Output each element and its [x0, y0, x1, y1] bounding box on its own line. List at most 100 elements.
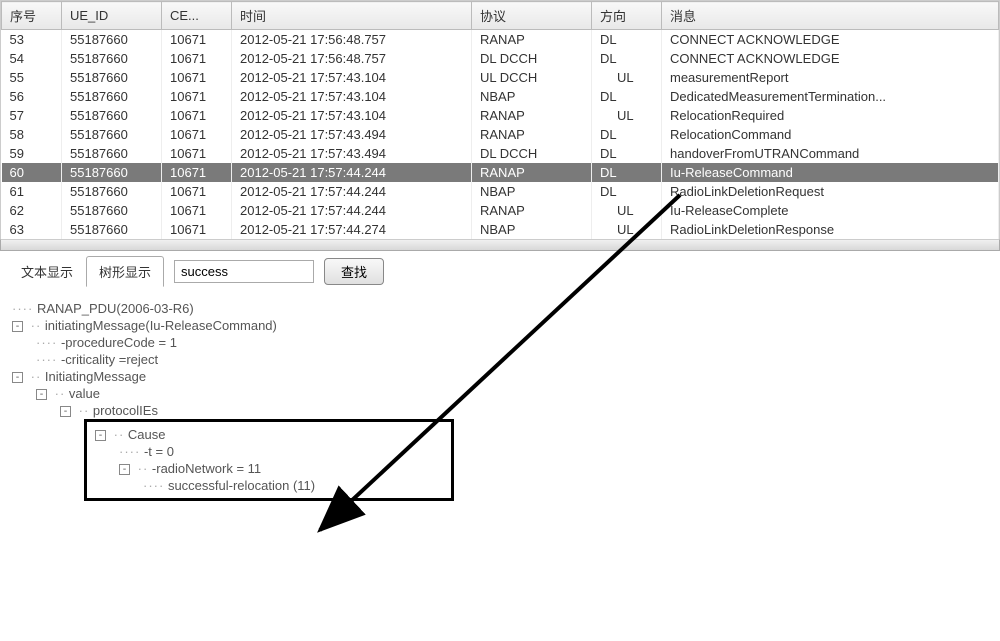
- collapse-icon[interactable]: -: [12, 372, 23, 383]
- cell-ueid: 55187660: [62, 201, 162, 220]
- cell-time: 2012-05-21 17:57:43.494: [232, 144, 472, 163]
- header-protocol[interactable]: 协议: [472, 2, 592, 30]
- collapse-icon[interactable]: -: [119, 464, 130, 475]
- search-input[interactable]: [174, 260, 314, 283]
- table-row[interactable]: 5655187660106712012-05-21 17:57:43.104NB…: [2, 87, 999, 106]
- cell-message: RelocationRequired: [662, 106, 999, 125]
- cell-ce: 10671: [162, 106, 232, 125]
- tab-tree-view[interactable]: 树形显示: [86, 256, 164, 287]
- cell-time: 2012-05-21 17:57:44.244: [232, 163, 472, 182]
- cell-time: 2012-05-21 17:57:43.104: [232, 68, 472, 87]
- cell-protocol: RANAP: [472, 106, 592, 125]
- collapse-icon[interactable]: -: [60, 406, 71, 417]
- header-message[interactable]: 消息: [662, 2, 999, 30]
- table-row[interactable]: 6255187660106712012-05-21 17:57:44.244RA…: [2, 201, 999, 220]
- packet-table-container: 序号 UE_ID CE... 时间 协议 方向 消息 5355187660106…: [0, 0, 1000, 239]
- tree-connector: ··: [31, 318, 42, 333]
- tree-connector: ····: [36, 352, 57, 367]
- cell-time: 2012-05-21 17:57:44.244: [232, 201, 472, 220]
- cell-time: 2012-05-21 17:56:48.757: [232, 49, 472, 68]
- cell-time: 2012-05-21 17:57:43.104: [232, 87, 472, 106]
- cell-ueid: 55187660: [62, 182, 162, 201]
- cell-seq: 61: [2, 182, 62, 201]
- table-row[interactable]: 6055187660106712012-05-21 17:57:44.244RA…: [2, 163, 999, 182]
- cell-protocol: RANAP: [472, 30, 592, 50]
- highlighted-cause-box: - ·· Cause ···· -t = 0 - ·· -radioNetwor…: [84, 419, 454, 501]
- tab-text-view[interactable]: 文本显示: [8, 256, 86, 287]
- cell-seq: 55: [2, 68, 62, 87]
- table-row[interactable]: 5455187660106712012-05-21 17:56:48.757DL…: [2, 49, 999, 68]
- tree-protocol-ies[interactable]: - ·· protocolIEs: [60, 402, 988, 419]
- tree-connector: ··: [55, 386, 66, 401]
- tree-connector: ··: [114, 427, 125, 442]
- cell-protocol: RANAP: [472, 163, 592, 182]
- header-seq[interactable]: 序号: [2, 2, 62, 30]
- cell-message: Iu-ReleaseCommand: [662, 163, 999, 182]
- cell-seq: 57: [2, 106, 62, 125]
- cell-seq: 53: [2, 30, 62, 50]
- tree-root[interactable]: ···· RANAP_PDU(2006-03-R6): [12, 300, 988, 317]
- cell-seq: 54: [2, 49, 62, 68]
- cell-protocol: RANAP: [472, 201, 592, 220]
- tree-radio-network[interactable]: - ·· -radioNetwork = 11: [119, 460, 443, 477]
- cell-seq: 60: [2, 163, 62, 182]
- header-direction[interactable]: 方向: [592, 2, 662, 30]
- horizontal-splitter[interactable]: [0, 239, 1000, 251]
- cell-protocol: RANAP: [472, 125, 592, 144]
- cell-message: DedicatedMeasurementTermination...: [662, 87, 999, 106]
- tree-value[interactable]: - ·· value: [36, 385, 988, 402]
- cell-seq: 63: [2, 220, 62, 239]
- cell-direction: DL: [592, 144, 662, 163]
- cell-ce: 10671: [162, 182, 232, 201]
- cell-time: 2012-05-21 17:57:44.274: [232, 220, 472, 239]
- tree-initiating-msg[interactable]: - ·· initiatingMessage(Iu-ReleaseCommand…: [12, 317, 988, 334]
- cell-ueid: 55187660: [62, 87, 162, 106]
- cell-protocol: NBAP: [472, 182, 592, 201]
- cell-ce: 10671: [162, 220, 232, 239]
- cell-ce: 10671: [162, 125, 232, 144]
- cell-seq: 58: [2, 125, 62, 144]
- cell-direction: DL: [592, 87, 662, 106]
- tree-criticality[interactable]: ···· -criticality =reject: [36, 351, 988, 368]
- cell-direction: DL: [592, 182, 662, 201]
- cell-direction: UL: [592, 201, 662, 220]
- tree-connector: ··: [79, 403, 90, 418]
- collapse-icon[interactable]: -: [36, 389, 47, 400]
- table-row[interactable]: 5955187660106712012-05-21 17:57:43.494DL…: [2, 144, 999, 163]
- table-row[interactable]: 5855187660106712012-05-21 17:57:43.494RA…: [2, 125, 999, 144]
- cell-message: CONNECT ACKNOWLEDGE: [662, 30, 999, 50]
- cell-ueid: 55187660: [62, 68, 162, 87]
- cell-message: CONNECT ACKNOWLEDGE: [662, 49, 999, 68]
- table-row[interactable]: 5355187660106712012-05-21 17:56:48.757RA…: [2, 30, 999, 50]
- cell-seq: 56: [2, 87, 62, 106]
- header-ce[interactable]: CE...: [162, 2, 232, 30]
- header-time[interactable]: 时间: [232, 2, 472, 30]
- cell-direction: UL: [592, 68, 662, 87]
- cell-time: 2012-05-21 17:57:43.494: [232, 125, 472, 144]
- table-row[interactable]: 6155187660106712012-05-21 17:57:44.244NB…: [2, 182, 999, 201]
- tree-cause[interactable]: - ·· Cause: [95, 426, 443, 443]
- collapse-icon[interactable]: -: [95, 430, 106, 441]
- table-row[interactable]: 5555187660106712012-05-21 17:57:43.104UL…: [2, 68, 999, 87]
- packet-table: 序号 UE_ID CE... 时间 协议 方向 消息 5355187660106…: [1, 1, 999, 239]
- tree-connector: ····: [36, 335, 57, 350]
- collapse-icon[interactable]: -: [12, 321, 23, 332]
- cell-ce: 10671: [162, 49, 232, 68]
- tree-t-value[interactable]: ···· -t = 0: [119, 443, 443, 460]
- cell-ueid: 55187660: [62, 163, 162, 182]
- cell-ueid: 55187660: [62, 220, 162, 239]
- cell-protocol: DL DCCH: [472, 49, 592, 68]
- cell-direction: UL: [592, 220, 662, 239]
- table-row[interactable]: 6355187660106712012-05-21 17:57:44.274NB…: [2, 220, 999, 239]
- tree-initiating-msg2[interactable]: - ·· InitiatingMessage: [12, 368, 988, 385]
- tree-connector: ··: [138, 461, 149, 476]
- tree-procedure-code[interactable]: ···· -procedureCode = 1: [36, 334, 988, 351]
- cell-protocol: NBAP: [472, 220, 592, 239]
- header-ueid[interactable]: UE_ID: [62, 2, 162, 30]
- cell-ueid: 55187660: [62, 144, 162, 163]
- tree-connector: ····: [12, 301, 33, 316]
- tree-successful-relocation[interactable]: ···· successful-relocation (11): [143, 477, 443, 494]
- search-button[interactable]: 查找: [324, 258, 384, 285]
- cell-time: 2012-05-21 17:57:44.244: [232, 182, 472, 201]
- table-row[interactable]: 5755187660106712012-05-21 17:57:43.104RA…: [2, 106, 999, 125]
